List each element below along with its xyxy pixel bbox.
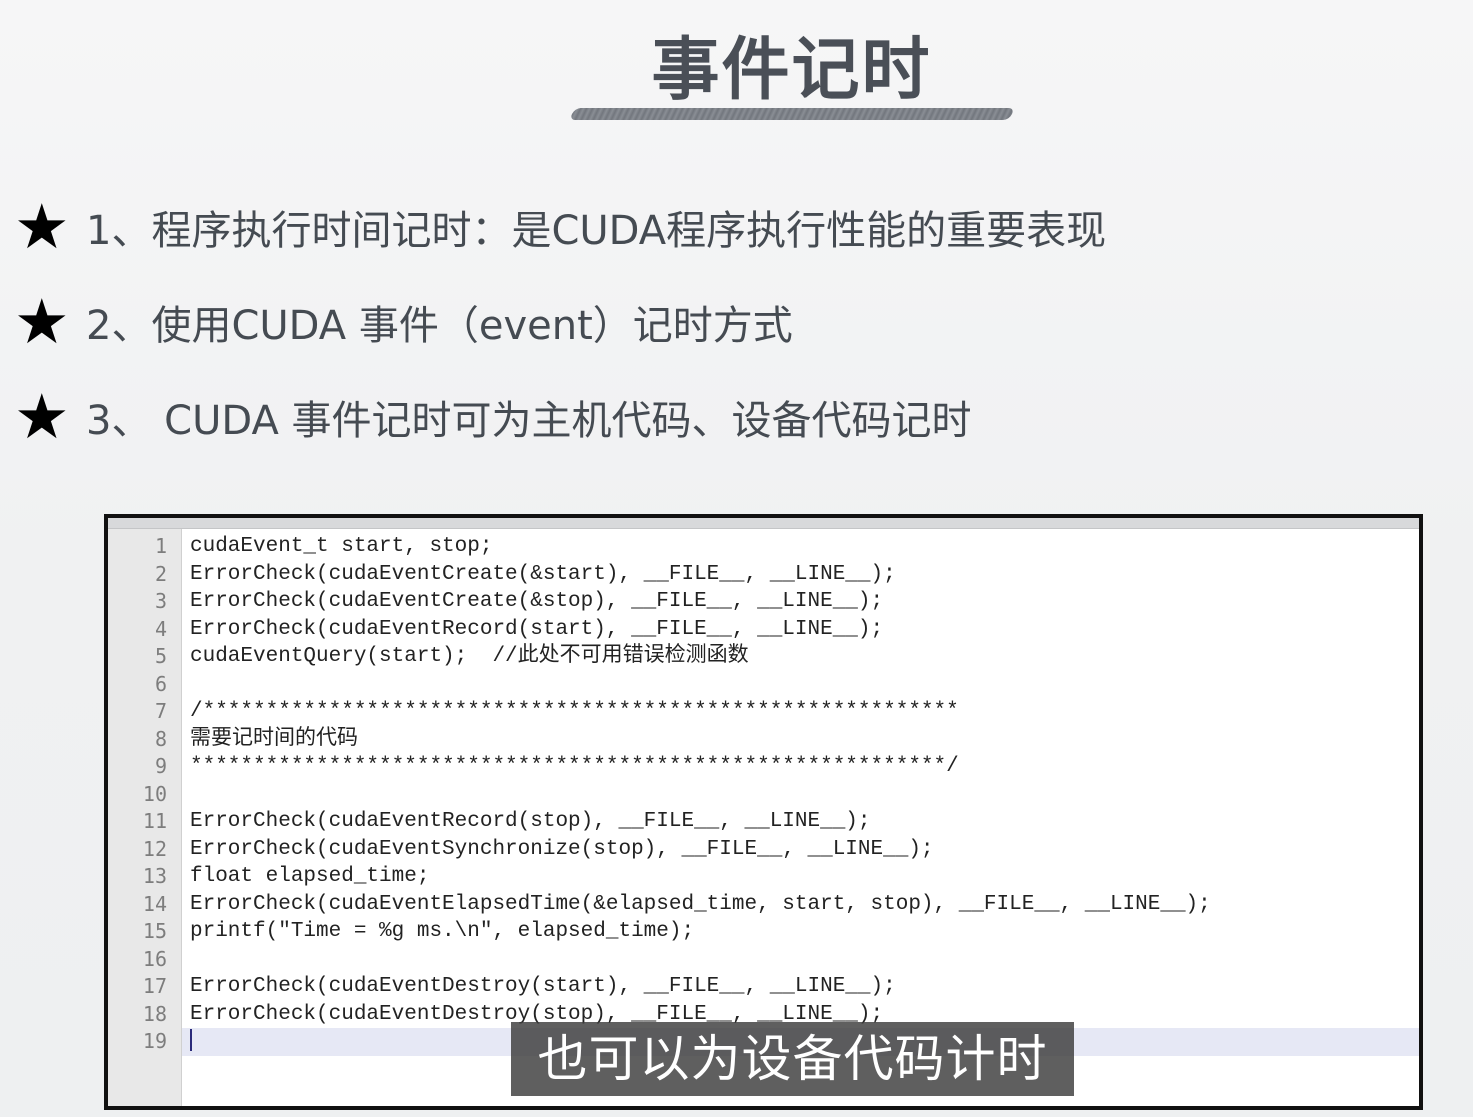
star-icon: ★ [14, 190, 70, 263]
line-number: 16 [142, 946, 167, 971]
code-line[interactable]: ErrorCheck(cudaEventSynchronize(stop), _… [190, 836, 1419, 864]
line-number: 18 [142, 1001, 167, 1026]
line-number: 13 [142, 864, 167, 888]
line-number: 10 [142, 781, 167, 806]
line-number: 19 [142, 1029, 167, 1053]
line-number: 12 [142, 836, 167, 861]
text-cursor [190, 1029, 192, 1052]
code-line[interactable]: printf("Time = %g ms.\n", elapsed_time); [190, 918, 1419, 946]
line-number: 17 [142, 974, 167, 998]
video-caption: 也可以为设备代码计时 [511, 1022, 1074, 1096]
code-line[interactable]: ErrorCheck(cudaEventRecord(stop), __FILE… [190, 808, 1419, 836]
code-area[interactable]: cudaEvent_t start, stop; ErrorCheck(cudaE… [182, 529, 1419, 1106]
bullet-item: ★ 3、 CUDA 事件记时可为主机代码、设备代码记时 [14, 382, 972, 452]
line-number: 11 [142, 809, 167, 833]
code-line[interactable]: ****************************************… [190, 753, 1419, 781]
code-editor[interactable]: 1 2 3 4 5 6 7 8 9 10 11 12 13 14 15 16 17 18 19 cudaEvent_… [104, 514, 1423, 1110]
line-number: 3 [154, 589, 167, 613]
code-line[interactable] [190, 671, 1419, 699]
line-number-gutter: 1 2 3 4 5 6 7 8 9 10 11 12 13 14 15 16 17 18 19 [108, 529, 182, 1106]
bullet-item: ★ 2、使用CUDA 事件（event）记时方式 [14, 287, 793, 357]
line-number: 5 [154, 644, 167, 668]
line-number: 6 [154, 671, 167, 696]
editor-top-bar [108, 518, 1419, 529]
bullet-text: 3、 CUDA 事件记时可为主机代码、设备代码记时 [86, 398, 972, 444]
line-number: 15 [142, 919, 167, 943]
code-line[interactable] [190, 781, 1419, 809]
line-number: 4 [154, 616, 167, 641]
bullet-text: 2、使用CUDA 事件（event）记时方式 [86, 303, 793, 349]
slide: 事件记时 ★ 1、程序执行时间记时：是CUDA程序执行性能的重要表现 ★ 2、使… [0, 0, 1473, 1117]
code-line[interactable] [190, 946, 1419, 974]
code-line[interactable]: 需要记时间的代码 [190, 726, 1419, 754]
code-line[interactable]: ErrorCheck(cudaEventCreate(&stop), __FIL… [190, 588, 1419, 616]
star-icon: ★ [14, 380, 70, 453]
code-line[interactable]: ErrorCheck(cudaEventElapsedTime(&elapsed… [190, 891, 1419, 919]
code-line[interactable]: float elapsed_time; [190, 863, 1419, 891]
code-line[interactable]: ErrorCheck(cudaEventCreate(&start), __FI… [190, 561, 1419, 589]
code-line[interactable]: ErrorCheck(cudaEventRecord(start), __FIL… [190, 616, 1419, 644]
line-number: 8 [154, 726, 167, 751]
line-number: 2 [154, 561, 167, 586]
editor-body: 1 2 3 4 5 6 7 8 9 10 11 12 13 14 15 16 17 18 19 cudaEvent_… [108, 529, 1419, 1106]
line-number: 7 [154, 699, 167, 723]
slide-title: 事件记时 [651, 31, 932, 110]
line-number: 14 [142, 891, 167, 916]
star-icon: ★ [14, 285, 70, 358]
code-line[interactable]: /***************************************… [190, 698, 1419, 726]
code-line[interactable]: cudaEventQuery(start); //此处不可用错误检测函数 [190, 643, 1419, 671]
line-number: 1 [154, 534, 167, 558]
bullet-text: 1、程序执行时间记时：是CUDA程序执行性能的重要表现 [86, 208, 1107, 254]
line-number: 9 [154, 754, 167, 778]
code-line[interactable]: ErrorCheck(cudaEventDestroy(start), __FI… [190, 973, 1419, 1001]
bullet-item: ★ 1、程序执行时间记时：是CUDA程序执行性能的重要表现 [14, 192, 1106, 262]
title-underline-decoration [569, 108, 1015, 120]
code-line[interactable]: cudaEvent_t start, stop; [190, 533, 1419, 561]
